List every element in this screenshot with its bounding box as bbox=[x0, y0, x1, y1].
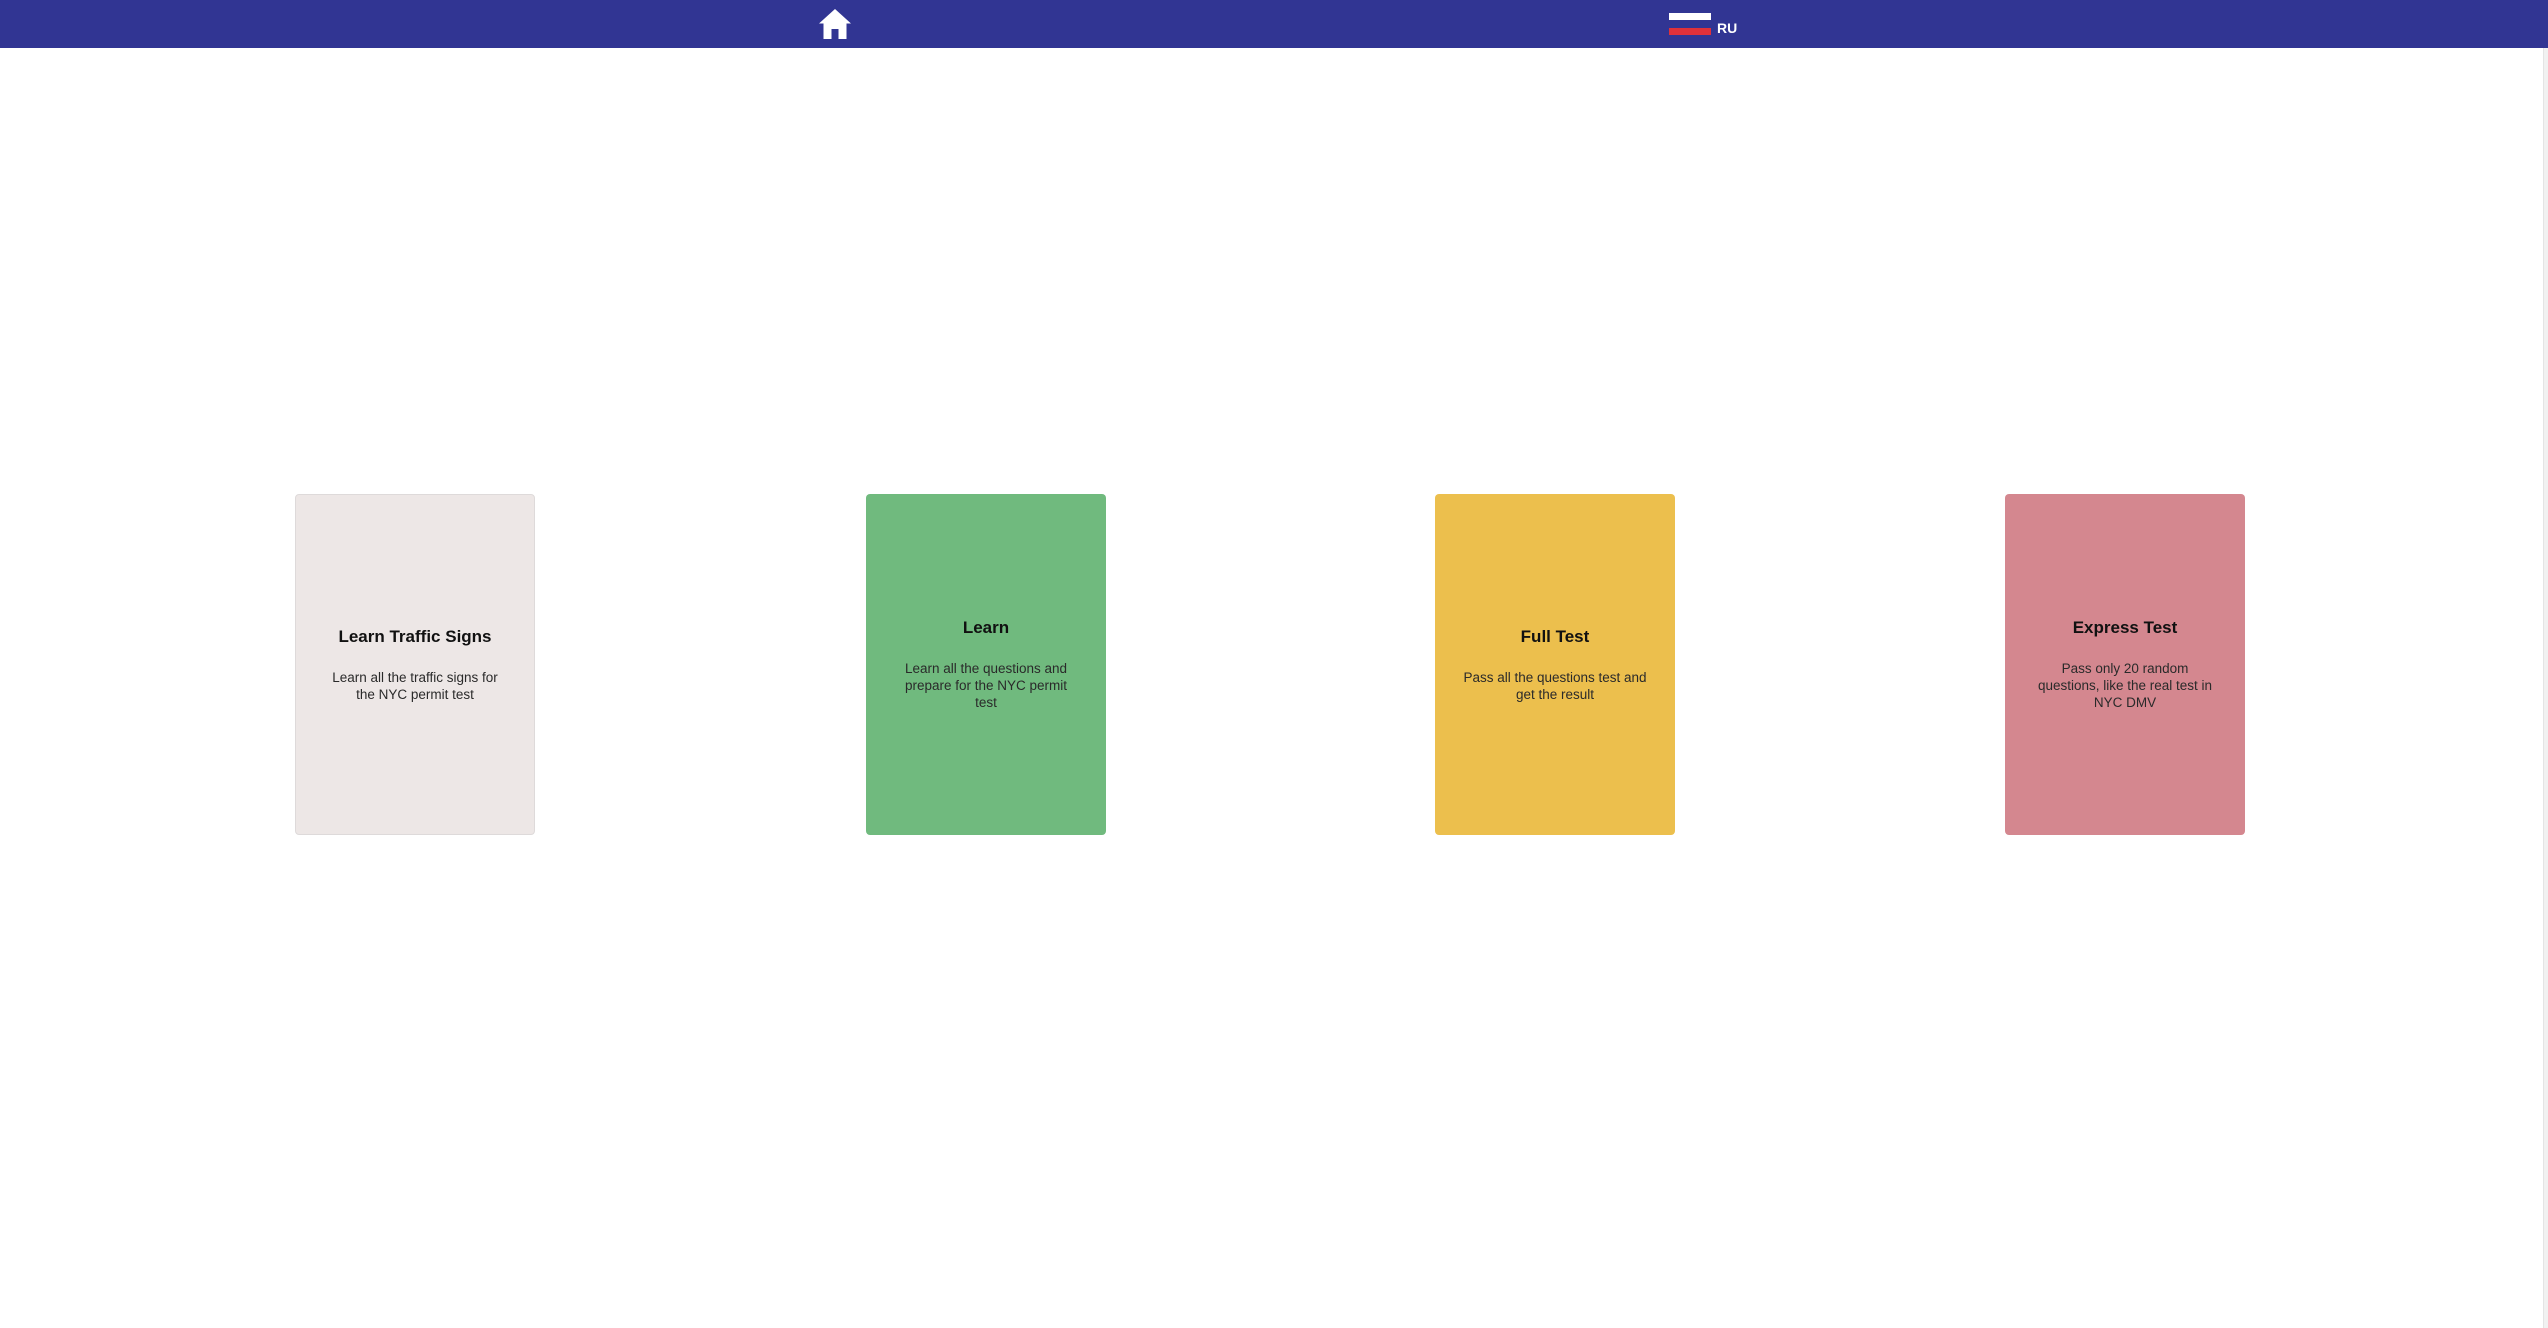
language-label: RU bbox=[1717, 20, 1738, 36]
learn-traffic-signs-card[interactable]: Learn Traffic Signs Learn all the traffi… bbox=[295, 494, 535, 835]
card-description: Pass all the questions test and get the … bbox=[1463, 669, 1647, 702]
language-switch-button[interactable]: RU bbox=[1669, 12, 1737, 36]
russia-flag-icon bbox=[1669, 13, 1711, 35]
card-title: Express Test bbox=[2072, 618, 2178, 637]
home-button[interactable] bbox=[817, 7, 853, 41]
card-title: Full Test bbox=[1520, 626, 1590, 646]
home-icon bbox=[819, 9, 851, 39]
express-test-card[interactable]: Express Test Pass only 20 random questio… bbox=[2005, 494, 2245, 835]
vertical-scrollbar[interactable] bbox=[2543, 48, 2548, 1328]
card-description: Pass only 20 random questions, like the … bbox=[2037, 661, 2213, 710]
top-navigation-bar: RU bbox=[0, 0, 2548, 48]
card-title: Learn bbox=[962, 618, 1010, 637]
full-test-card[interactable]: Full Test Pass all the questions test an… bbox=[1435, 494, 1675, 835]
learn-card[interactable]: Learn Learn all the questions and prepar… bbox=[866, 494, 1106, 835]
card-description: Learn all the questions and prepare for … bbox=[904, 661, 1068, 710]
card-title: Learn Traffic Signs bbox=[338, 626, 492, 646]
card-description: Learn all the traffic signs for the NYC … bbox=[332, 669, 498, 702]
